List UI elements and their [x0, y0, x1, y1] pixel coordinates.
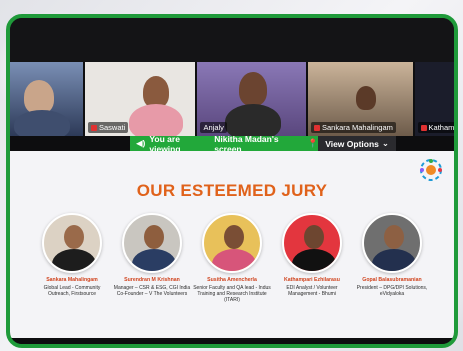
jury-photo: [362, 213, 422, 273]
participant-name: Sankara Mahalingam: [321, 123, 393, 132]
shared-slide: OUR ESTEEMED JURY Sankara Mahalingam Glo…: [10, 151, 454, 338]
jury-member: Surendran M Krishnan Manager – CSR & ESG…: [113, 213, 191, 303]
jury-role: Global Lead - Community Outreach, Firsts…: [43, 284, 101, 297]
top-bar: [10, 18, 454, 62]
jury-name: Gopal Balasubramanian: [362, 277, 422, 283]
event-logo-icon: [420, 159, 442, 181]
jury-member: Sankara Mahalingam Global Lead - Communi…: [33, 213, 111, 303]
speaker-icon: ◀): [136, 138, 146, 148]
bottom-bar: [10, 338, 454, 344]
jury-role: President – DPG/DPI Solutions, eVidyalok…: [356, 284, 428, 297]
view-options-button[interactable]: View Options ⌄: [318, 136, 396, 151]
jury-list: Sankara Mahalingam Global Lead - Communi…: [10, 213, 454, 303]
participant-name: Katham: [428, 123, 454, 132]
jury-role: Senior Faculty and QA lead - Indus Train…: [193, 284, 271, 304]
jury-role: Manager – CSR & ESG, CGI India Co-Founde…: [113, 284, 191, 297]
participant-video: [239, 72, 268, 106]
jury-name: Kathampari Ezhilarasu: [284, 277, 340, 283]
jury-role: EDI Analyst / Volunteer Management - Bhu…: [286, 284, 338, 297]
mic-muted-icon: [91, 124, 97, 131]
jury-photo: [42, 213, 102, 273]
meeting-window: Saswati Anjaly Sankara Mahalingam Katham…: [6, 14, 458, 348]
participant-name: Anjaly: [203, 123, 224, 132]
jury-photo: [122, 213, 182, 273]
jury-member: Gopal Balasubramanian President – DPG/DP…: [353, 213, 431, 303]
jury-photo: [202, 213, 262, 273]
viewing-indicator: ◀) You are viewing Nikitha Madan's scree…: [130, 134, 319, 154]
participant-strip: Saswati Anjaly Sankara Mahalingam Katham: [10, 62, 454, 136]
jury-photo: [282, 213, 342, 273]
participant-tile[interactable]: Saswati: [85, 62, 196, 136]
jury-name: Sankara Mahalingam: [46, 277, 98, 283]
jury-name: Surendran M Krishnan: [124, 277, 180, 283]
participant-tile[interactable]: Anjaly: [197, 62, 306, 136]
participant-tile[interactable]: Katham: [414, 62, 454, 136]
mic-muted-icon: [313, 124, 320, 131]
jury-member: Kathampari Ezhilarasu EDI Analyst / Volu…: [273, 213, 351, 303]
chevron-down-icon: ⌄: [381, 138, 389, 148]
pin-icon: 📍: [307, 138, 319, 148]
slide-title: OUR ESTEEMED JURY: [136, 181, 328, 200]
participant-tile[interactable]: Sankara Mahalingam: [307, 62, 413, 136]
mic-muted-icon: [420, 124, 427, 131]
jury-member: Susitha Amencherla Senior Faculty and QA…: [193, 213, 271, 303]
screen-share-banner: ◀) You are viewing Nikitha Madan's scree…: [130, 134, 396, 154]
participant-name: Saswati: [99, 123, 126, 132]
participant-video: [24, 80, 54, 114]
participant-video: [355, 86, 376, 110]
jury-name: Susitha Amencherla: [207, 277, 257, 283]
participant-tile[interactable]: [10, 62, 83, 136]
